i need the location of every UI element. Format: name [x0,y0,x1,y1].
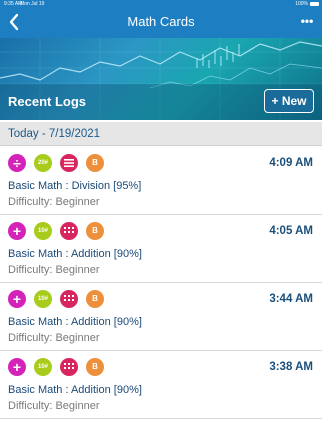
battery-icon [310,2,319,6]
app-screen: 9:35 AM Mon Jul 19 100% Math Cards ••• R… [0,0,322,430]
plus-icon: + [8,358,26,376]
difficulty-level-badge: B [86,222,104,240]
grid-icon [60,222,78,240]
log-row[interactable]: + 10# B 4:05 AM Basic Math : Addition [9… [0,215,322,283]
log-time: 4:09 AM [269,157,313,169]
grid-icon [60,290,78,308]
question-count-badge: 20# [34,154,52,172]
divide-icon: ÷ [8,154,26,172]
log-title: Basic Math : Addition [90%] [8,248,142,260]
list-icon [60,154,78,172]
section-title: Recent Logs [8,94,87,109]
log-row[interactable]: + 10# B 3:38 AM Basic Math : Addition [9… [0,351,322,419]
status-bar: 9:35 AM Mon Jul 19 100% [0,0,322,8]
page-title: Math Cards [127,14,195,29]
navigation-bar: 9:35 AM Mon Jul 19 100% Math Cards ••• [0,0,322,38]
log-difficulty: Difficulty: Beginner [8,264,100,276]
grid-icon [60,358,78,376]
difficulty-level-badge: B [86,358,104,376]
recent-logs-banner: Recent Logs + New [0,38,322,120]
log-title: Basic Math : Addition [90%] [8,316,142,328]
log-time: 4:05 AM [269,225,313,237]
log-row[interactable]: + 10# B 3:44 AM Basic Math : Addition [9… [0,283,322,351]
plus-icon: + [8,290,26,308]
question-count-badge: 10# [34,222,52,240]
difficulty-level-badge: B [86,154,104,172]
question-count-badge: 10# [34,290,52,308]
battery-percentage: 100% [295,1,308,7]
log-title: Basic Math : Division [95%] [8,180,142,192]
log-difficulty: Difficulty: Beginner [8,400,100,412]
log-row[interactable]: ÷ 20# B 4:09 AM Basic Math : Division [9… [0,147,322,215]
date-section-header: Today - 7/19/2021 [0,122,322,146]
log-difficulty: Difficulty: Beginner [8,332,100,344]
question-count-badge: 10# [34,358,52,376]
log-difficulty: Difficulty: Beginner [8,196,100,208]
plus-icon: + [8,222,26,240]
more-options-button[interactable]: ••• [298,12,316,32]
difficulty-level-badge: B [86,290,104,308]
status-date: Mon Jul 19 [20,1,45,7]
log-time: 3:38 AM [269,361,313,373]
new-log-button[interactable]: + New [264,89,314,113]
log-title: Basic Math : Addition [90%] [8,384,142,396]
log-list: ÷ 20# B 4:09 AM Basic Math : Division [9… [0,147,322,419]
log-time: 3:44 AM [269,293,313,305]
